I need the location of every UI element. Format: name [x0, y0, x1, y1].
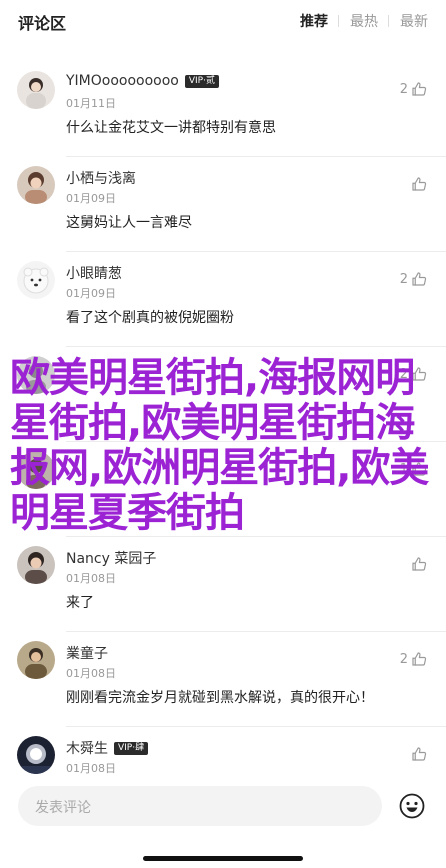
comment-username[interactable]: Nancy 菜园子	[66, 548, 156, 568]
comment-text: 看了这个剧真的被倪妮圈粉	[66, 310, 234, 326]
like-button[interactable]: 2	[400, 80, 428, 98]
like-count: 2	[399, 271, 408, 287]
like-button[interactable]	[410, 745, 428, 763]
tab-newest[interactable]: 最新	[388, 11, 428, 31]
home-indicator	[143, 856, 303, 861]
watermark-overlay: 欧美明星街拍,海报网明星街拍,欧美明星街拍海报网,欧洲明星街拍,欧美明星夏季街拍	[10, 355, 429, 536]
avatar[interactable]	[17, 641, 55, 679]
sort-tabs: 推荐 最热 最新	[278, 11, 428, 31]
like-button[interactable]: 2	[400, 650, 428, 668]
comment-item: Nancy 菜园子 01月08日 来了	[0, 537, 446, 632]
comment-item: YIMOooooooooo VIP·贰 01月11日 什么让金花艾文一讲都特别有意…	[0, 62, 446, 157]
comment-username[interactable]: YIMOooooooooo VIP·贰	[66, 73, 219, 89]
thumbs-up-icon	[410, 80, 428, 98]
comment-date: 01月11日	[66, 97, 116, 110]
comment-date: 01月08日	[66, 762, 116, 775]
comment-input[interactable]: 发表评论	[18, 786, 382, 826]
smiley-face-icon[interactable]	[399, 793, 425, 819]
comment-date: 01月08日	[66, 572, 116, 585]
comment-date: 01月08日	[66, 667, 116, 680]
thumbs-up-icon	[410, 175, 428, 193]
comment-footer: 发表评论	[0, 778, 446, 868]
avatar[interactable]	[17, 736, 55, 774]
page-title: 评论区	[18, 14, 67, 33]
comment-item: 小眼睛葱 01月09日 看了这个剧真的被倪妮圈粉 2	[0, 252, 446, 347]
tab-recommended[interactable]: 推荐	[300, 11, 328, 31]
comment-username[interactable]: 小眼睛葱	[66, 263, 122, 283]
comment-text: 来了	[66, 595, 94, 611]
comment-username[interactable]: 業童子	[66, 643, 108, 663]
comment-input-placeholder: 发表评论	[35, 800, 91, 816]
comment-text: 刚刚看完流金岁月就碰到黑水解说，真的很开心！	[66, 690, 374, 706]
like-count: 2	[399, 81, 408, 97]
thumbs-up-icon	[410, 555, 428, 573]
comment-item: 業童子 01月08日 刚刚看完流金岁月就碰到黑水解说，真的很开心！ 2	[0, 632, 446, 727]
comment-header: 评论区 推荐 最热 最新	[0, 0, 446, 44]
vip-badge: VIP·贰	[184, 74, 219, 88]
comment-username[interactable]: 小栖与浅离	[66, 168, 136, 188]
comment-username[interactable]: 木舜生 VIP·肆	[66, 738, 149, 758]
vip-badge: VIP·肆	[114, 741, 149, 755]
thumbs-up-icon	[410, 270, 428, 288]
tab-hottest[interactable]: 最热	[338, 11, 378, 31]
avatar[interactable]	[17, 546, 55, 584]
avatar[interactable]	[17, 71, 55, 109]
comment-date: 01月09日	[66, 192, 116, 205]
comment-item: 小栖与浅离 01月09日 这舅妈让人一言难尽	[0, 157, 446, 252]
thumbs-up-icon	[410, 650, 428, 668]
like-button[interactable]: 2	[400, 270, 428, 288]
comment-text: 什么让金花艾文一讲都特别有意思	[66, 120, 276, 136]
avatar[interactable]	[17, 166, 55, 204]
thumbs-up-icon	[410, 745, 428, 763]
like-button[interactable]	[410, 555, 428, 573]
like-button[interactable]	[410, 175, 428, 193]
comment-text: 这舅妈让人一言难尽	[66, 215, 192, 231]
comment-date: 01月09日	[66, 287, 116, 300]
like-count: 2	[399, 651, 408, 667]
avatar[interactable]	[17, 261, 55, 299]
